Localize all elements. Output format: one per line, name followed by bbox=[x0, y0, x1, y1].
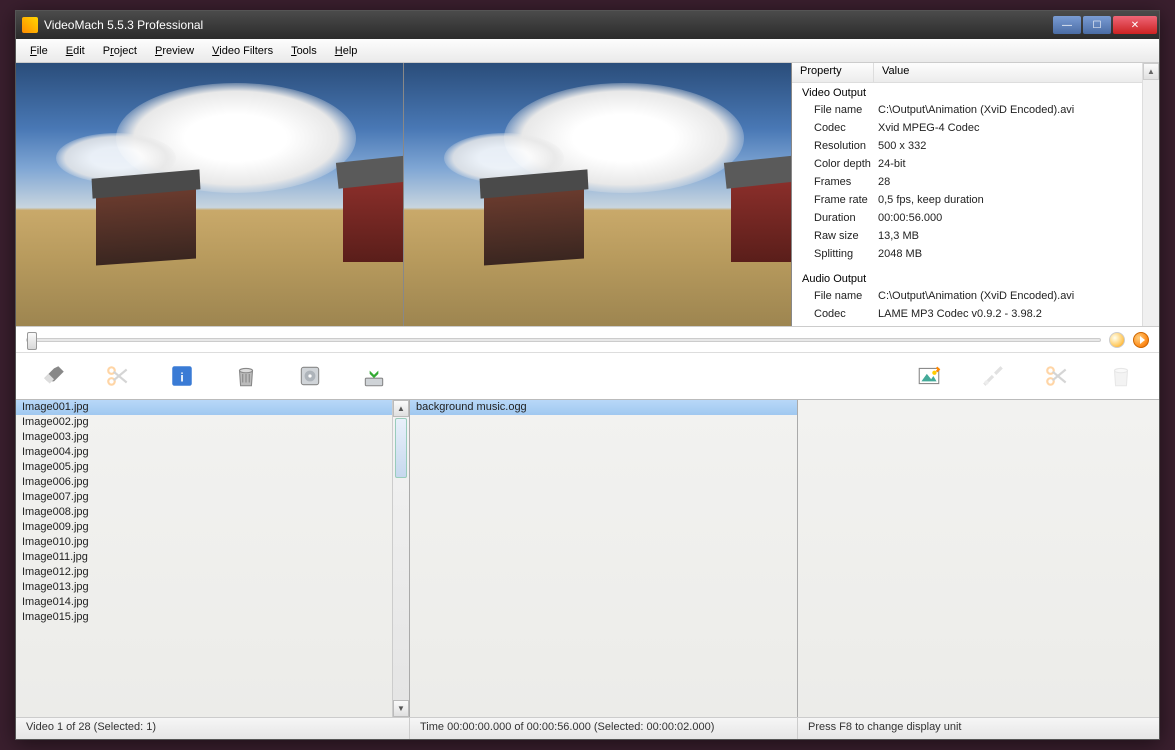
right-list-pane bbox=[798, 400, 1159, 717]
menu-tools[interactable]: Tools bbox=[283, 42, 325, 60]
property-value: 28 bbox=[874, 176, 1159, 188]
property-value: Xvid MPEG-4 Codec bbox=[874, 122, 1159, 134]
play-button[interactable] bbox=[1133, 332, 1149, 348]
minimize-button[interactable]: — bbox=[1053, 16, 1081, 34]
property-row[interactable]: Duration00:00:56.000 bbox=[792, 209, 1159, 227]
property-row[interactable]: File nameC:\Output\Animation (XviD Encod… bbox=[792, 101, 1159, 119]
image-list-pane: Image001.jpgImage002.jpgImage003.jpgImag… bbox=[16, 400, 410, 717]
property-value: 2048 MB bbox=[874, 248, 1159, 260]
lists-row: Image001.jpgImage002.jpgImage003.jpgImag… bbox=[16, 399, 1159, 717]
list-item[interactable]: Image009.jpg bbox=[16, 520, 409, 535]
toolbar-left: i bbox=[16, 353, 1159, 399]
property-value: 24-bit bbox=[874, 158, 1159, 170]
property-key: File name bbox=[792, 104, 874, 116]
menu-project[interactable]: Project bbox=[95, 42, 145, 60]
menu-video-filters[interactable]: Video Filters bbox=[204, 42, 281, 60]
image-list-scrollbar[interactable]: ▲▼ bbox=[392, 400, 409, 717]
list-item[interactable]: Image005.jpg bbox=[16, 460, 409, 475]
info-button[interactable]: i bbox=[168, 362, 196, 390]
list-item[interactable]: Image002.jpg bbox=[16, 415, 409, 430]
property-value: 00:00:56.000 bbox=[874, 212, 1159, 224]
list-item[interactable]: Image004.jpg bbox=[16, 445, 409, 460]
tools-button[interactable] bbox=[979, 362, 1007, 390]
property-row[interactable]: File nameC:\Output\Animation (XviD Encod… bbox=[792, 287, 1159, 305]
property-value: 500 x 332 bbox=[874, 140, 1159, 152]
list-item[interactable]: Image014.jpg bbox=[16, 595, 409, 610]
disk-button[interactable] bbox=[296, 362, 324, 390]
app-window: VideoMach 5.5.3 Professional — ☐ ✕ File … bbox=[15, 10, 1160, 740]
timeline bbox=[16, 327, 1159, 353]
status-left: Video 1 of 28 (Selected: 1) bbox=[16, 718, 410, 739]
menubar: File Edit Project Preview Video Filters … bbox=[16, 39, 1159, 63]
property-key: Raw size bbox=[792, 230, 874, 242]
property-section: Audio Output bbox=[792, 269, 1159, 287]
list-item[interactable]: Image010.jpg bbox=[16, 535, 409, 550]
list-item[interactable]: Image001.jpg bbox=[16, 400, 409, 415]
props-col-property[interactable]: Property bbox=[792, 63, 874, 82]
scissors-button-2[interactable] bbox=[1043, 362, 1071, 390]
property-key: Resolution bbox=[792, 140, 874, 152]
property-value: 0,5 fps, keep duration bbox=[874, 194, 1159, 206]
property-row[interactable]: Resolution500 x 332 bbox=[792, 137, 1159, 155]
list-item[interactable]: Image003.jpg bbox=[16, 430, 409, 445]
svg-text:i: i bbox=[180, 370, 183, 384]
properties-scrollbar[interactable]: ▲ bbox=[1142, 63, 1159, 326]
audio-list-pane: background music.ogg bbox=[410, 400, 798, 717]
list-item[interactable]: Image015.jpg bbox=[16, 610, 409, 625]
preview-row: Property Value Video OutputFile nameC:\O… bbox=[16, 63, 1159, 327]
property-value: C:\Output\Animation (XviD Encoded).avi bbox=[874, 290, 1159, 302]
property-key: Codec bbox=[792, 308, 874, 320]
list-item[interactable]: Image008.jpg bbox=[16, 505, 409, 520]
property-key: Codec bbox=[792, 122, 874, 134]
property-row[interactable]: Frames28 bbox=[792, 173, 1159, 191]
close-button[interactable]: ✕ bbox=[1113, 16, 1157, 34]
list-item[interactable]: Image012.jpg bbox=[16, 565, 409, 580]
property-key: File name bbox=[792, 290, 874, 302]
menu-help[interactable]: Help bbox=[327, 42, 366, 60]
timeline-track[interactable] bbox=[26, 338, 1101, 342]
property-key: Color depth bbox=[792, 158, 874, 170]
property-row[interactable]: CodecXvid MPEG-4 Codec bbox=[792, 119, 1159, 137]
property-key: Frames bbox=[792, 176, 874, 188]
preview-input[interactable] bbox=[16, 63, 404, 326]
window-title: VideoMach 5.5.3 Professional bbox=[44, 18, 1053, 32]
timeline-thumb[interactable] bbox=[27, 332, 37, 350]
menu-preview[interactable]: Preview bbox=[147, 42, 202, 60]
property-row[interactable]: Frame rate0,5 fps, keep duration bbox=[792, 191, 1159, 209]
menu-file[interactable]: File bbox=[22, 42, 56, 60]
maximize-button[interactable]: ☐ bbox=[1083, 16, 1111, 34]
trash-button[interactable] bbox=[232, 362, 260, 390]
property-row[interactable]: Splitting2048 MB bbox=[792, 245, 1159, 263]
app-icon bbox=[22, 17, 38, 33]
props-col-value[interactable]: Value bbox=[874, 63, 1159, 82]
property-row[interactable]: Raw size13,3 MB bbox=[792, 227, 1159, 245]
picture-button[interactable] bbox=[915, 362, 943, 390]
preview-output[interactable] bbox=[404, 63, 792, 326]
list-item[interactable]: Image006.jpg bbox=[16, 475, 409, 490]
property-value: 13,3 MB bbox=[874, 230, 1159, 242]
record-indicator-icon[interactable] bbox=[1109, 332, 1125, 348]
trash-button-2[interactable] bbox=[1107, 362, 1135, 390]
scissors-button[interactable] bbox=[104, 362, 132, 390]
status-right: Press F8 to change display unit bbox=[798, 718, 1159, 739]
list-item[interactable]: Image011.jpg bbox=[16, 550, 409, 565]
download-button[interactable] bbox=[360, 362, 388, 390]
titlebar[interactable]: VideoMach 5.5.3 Professional — ☐ ✕ bbox=[16, 11, 1159, 39]
eraser-button[interactable] bbox=[40, 362, 68, 390]
property-key: Splitting bbox=[792, 248, 874, 260]
statusbar: Video 1 of 28 (Selected: 1) Time 00:00:0… bbox=[16, 717, 1159, 739]
list-item[interactable]: Image013.jpg bbox=[16, 580, 409, 595]
menu-edit[interactable]: Edit bbox=[58, 42, 93, 60]
properties-panel: Property Value Video OutputFile nameC:\O… bbox=[792, 63, 1159, 326]
property-key: Frame rate bbox=[792, 194, 874, 206]
status-mid: Time 00:00:00.000 of 00:00:56.000 (Selec… bbox=[410, 718, 798, 739]
property-row[interactable]: CodecLAME MP3 Codec v0.9.2 - 3.98.2 bbox=[792, 305, 1159, 323]
list-item[interactable]: Image007.jpg bbox=[16, 490, 409, 505]
property-value: C:\Output\Animation (XviD Encoded).avi bbox=[874, 104, 1159, 116]
list-item[interactable]: background music.ogg bbox=[410, 400, 797, 415]
property-row[interactable]: Color depth24-bit bbox=[792, 155, 1159, 173]
property-section: Video Output bbox=[792, 83, 1159, 101]
property-value: LAME MP3 Codec v0.9.2 - 3.98.2 bbox=[874, 308, 1159, 320]
property-key: Duration bbox=[792, 212, 874, 224]
